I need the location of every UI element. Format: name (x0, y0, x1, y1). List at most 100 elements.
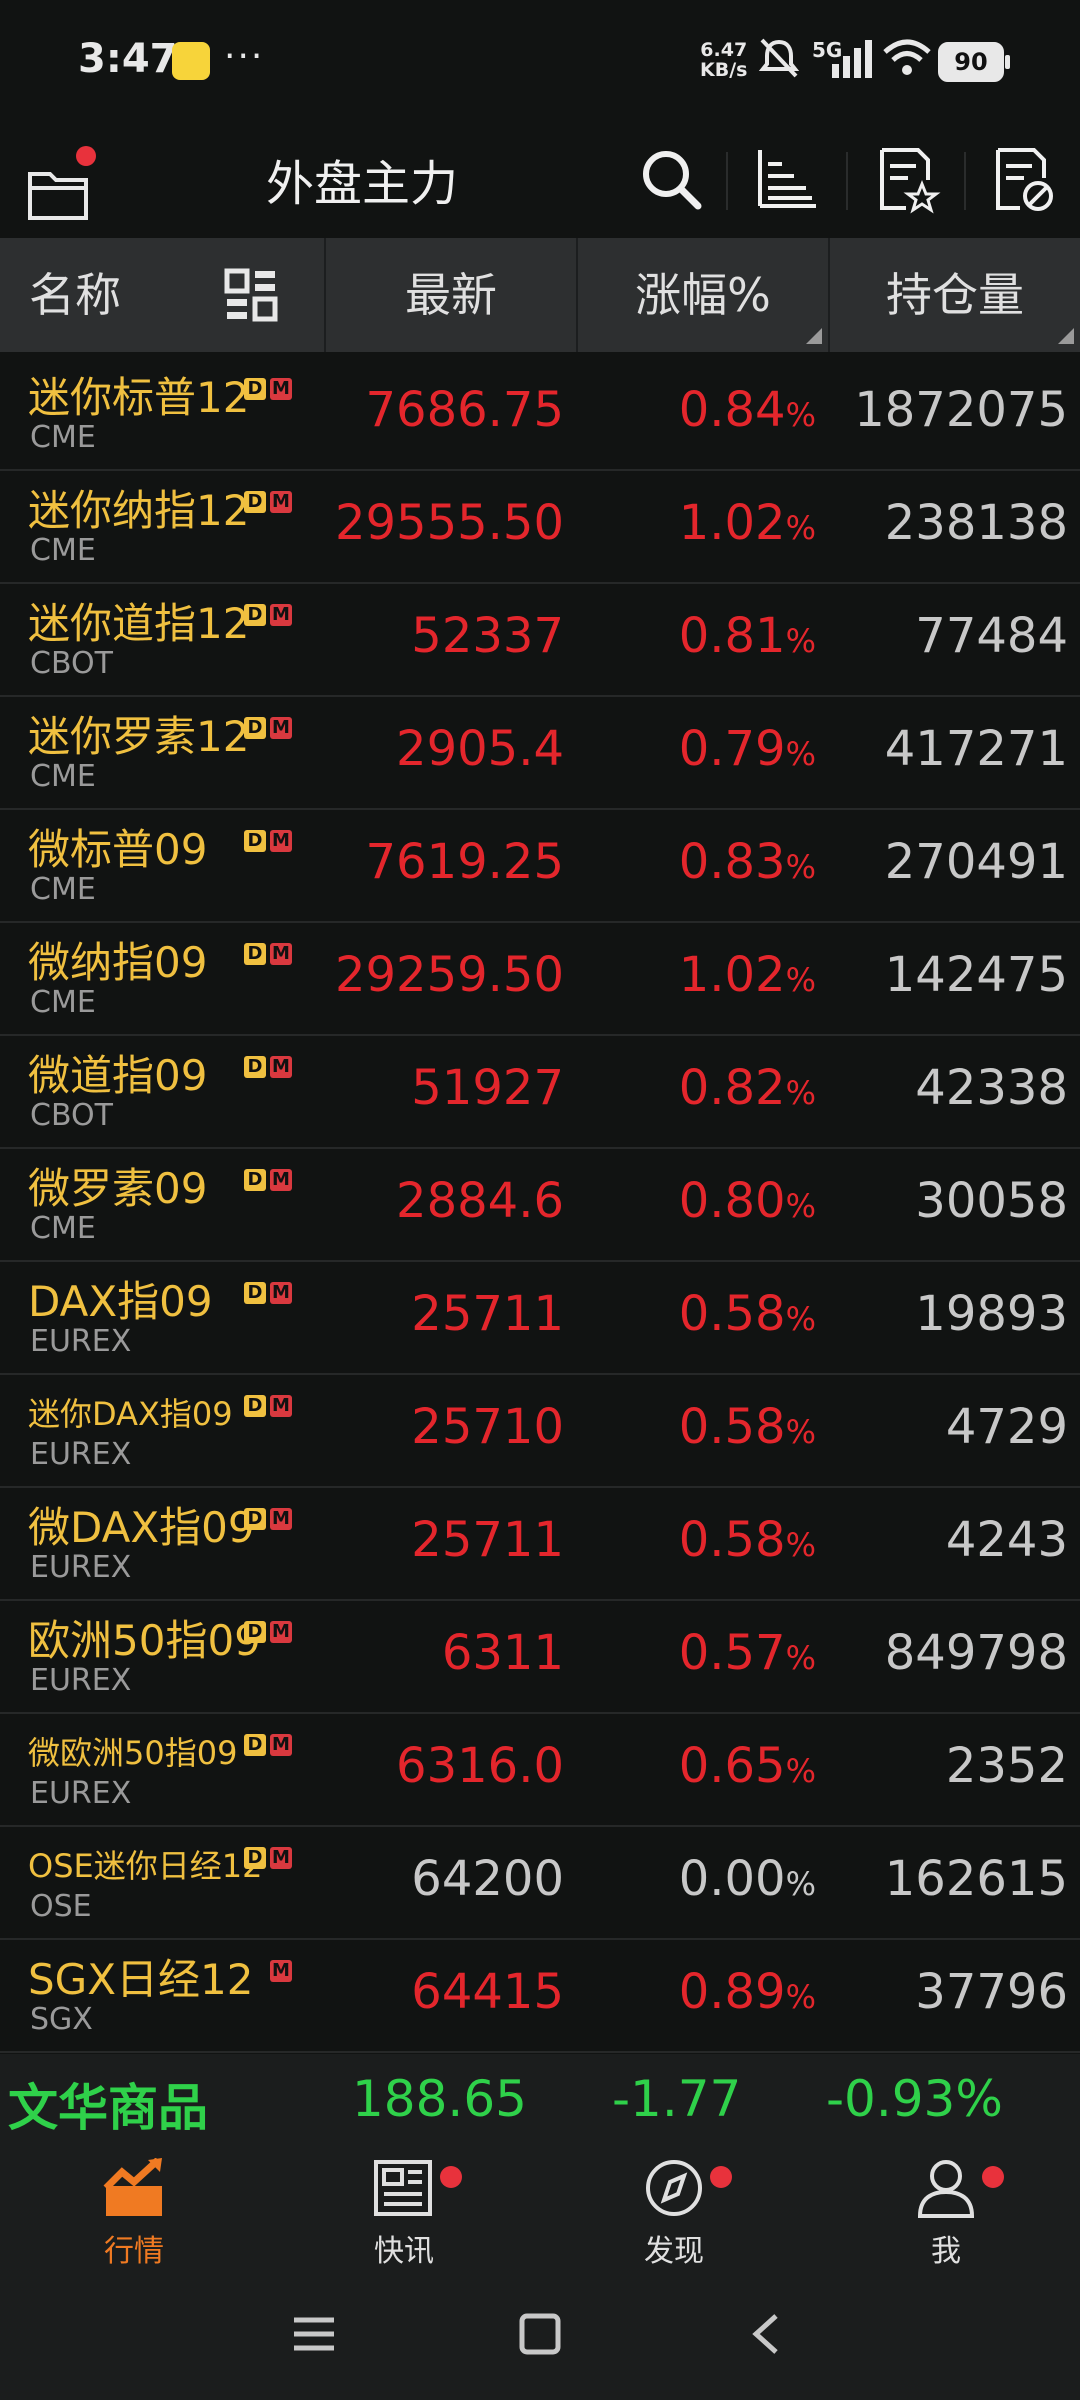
change-value: 0.83 (678, 834, 786, 890)
user-icon (917, 2160, 975, 2218)
day-session-badge: D (244, 1621, 266, 1643)
quote-row[interactable]: 微标普09 CME D M 7619.25 0.83% 270491 (0, 810, 1080, 923)
change-value: 0.84 (678, 382, 786, 438)
quote-row[interactable]: 迷你道指12 CBOT D M 52337 0.81% 77484 (0, 584, 1080, 697)
home-icon[interactable] (518, 2312, 562, 2356)
main-contract-badge: M (270, 1395, 292, 1417)
percent-sign: % (785, 735, 816, 773)
contract-tags: DM (244, 378, 292, 400)
quote-row[interactable]: 微DAX指09 EUREX D M 25711 0.58% 4243 (0, 1488, 1080, 1601)
page-title: 外盘主力 (265, 156, 458, 212)
day-session-badge: D (244, 491, 266, 513)
percent-sign: % (785, 1074, 816, 1112)
edit-list-button[interactable] (988, 144, 1058, 214)
column-open-interest[interactable]: 持仓量 (830, 238, 1080, 352)
battery-indicator: 90 (938, 42, 1010, 82)
menu-icon[interactable] (292, 2314, 336, 2354)
change-percent: 0.82% (679, 1060, 816, 1116)
speed-value: 6.47 (700, 39, 748, 61)
mute-icon (758, 38, 800, 78)
tab-me[interactable]: 我 (886, 2158, 1006, 2270)
more-notifications-icon: ··· (224, 36, 265, 77)
open-interest: 142475 (884, 947, 1068, 1003)
latest-price: 2905.4 (396, 721, 564, 777)
quote-row[interactable]: 微欧洲50指09 EUREX D M 6316.0 0.65% 2352 (0, 1714, 1080, 1827)
day-session-badge: D (244, 1395, 266, 1417)
main-contract-badge: M (270, 1621, 292, 1643)
open-interest: 417271 (884, 721, 1068, 777)
contract-tags: DM (244, 1621, 292, 1643)
quote-row[interactable]: 迷你DAX指09 EUREX D M 25710 0.58% 4729 (0, 1375, 1080, 1488)
open-interest: 238138 (884, 495, 1068, 551)
quote-row[interactable]: 迷你标普12 CME D M 7686.75 0.84% 1872075 (0, 358, 1080, 471)
notification-dot (710, 2166, 732, 2188)
change-value: 0.82 (678, 1060, 786, 1116)
tab-market[interactable]: 行情 (74, 2157, 194, 2270)
header-divider (846, 152, 848, 210)
contract-name: 迷你罗素12 (28, 712, 250, 761)
quote-row[interactable]: 欧洲50指09 EUREX D M 6311 0.57% 849798 (0, 1601, 1080, 1714)
latest-price: 64200 (411, 1851, 564, 1907)
quote-row[interactable]: 微道指09 CBOT D M 51927 0.82% 42338 (0, 1036, 1080, 1149)
contract-name: 微欧洲50指09 (28, 1734, 238, 1772)
index-value: 188.65 (352, 2070, 527, 2128)
column-name[interactable]: 名称 (0, 238, 150, 352)
contract-name: 微DAX指09 (28, 1503, 255, 1552)
latest-price: 52337 (411, 608, 564, 664)
ranking-button[interactable] (752, 144, 822, 214)
network-speed: 6.47 KB/s (700, 40, 747, 80)
contract-tags: DM (244, 717, 292, 739)
change-percent: 0.58% (679, 1286, 816, 1342)
quote-row[interactable]: DAX指09 EUREX D M 25711 0.58% 19893 (0, 1262, 1080, 1375)
back-icon[interactable] (748, 2312, 784, 2356)
contract-tags: DM (244, 604, 292, 626)
latest-price: 29555.50 (334, 495, 564, 551)
contract-tags: DM (244, 943, 292, 965)
contract-name: 迷你标普12 (28, 373, 250, 422)
contract-name: 迷你道指12 (28, 599, 250, 648)
change-percent: 1.02% (679, 495, 816, 551)
open-interest: 19893 (915, 1286, 1068, 1342)
tab-discover[interactable]: 发现 (614, 2158, 734, 2270)
index-ticker-bar[interactable]: 文华商品 188.65 -1.77 -0.93% (0, 2054, 1080, 2146)
contract-name: 迷你DAX指09 (28, 1395, 233, 1433)
change-percent: 0.80% (679, 1173, 816, 1229)
latest-price: 7686.75 (365, 382, 565, 438)
market-chart-icon (103, 2157, 162, 2216)
quote-row[interactable]: 微纳指09 CME D M 29259.50 1.02% 142475 (0, 923, 1080, 1036)
contract-name: 迷你纳指12 (28, 486, 250, 535)
exchange-label: CME (30, 985, 96, 1020)
exchange-label: CME (30, 759, 96, 794)
change-percent: 0.81% (679, 608, 816, 664)
exchange-label: OSE (30, 1889, 92, 1924)
main-contract-badge: M (270, 830, 292, 852)
percent-sign: % (785, 509, 816, 547)
grid-view-button[interactable] (224, 268, 278, 326)
contract-tags: DM (244, 1282, 292, 1304)
quote-row[interactable]: 迷你罗素12 CME D M 2905.4 0.79% 417271 (0, 697, 1080, 810)
quote-row[interactable]: OSE迷你日经12 OSE D M 64200 0.00% 162615 (0, 1827, 1080, 1940)
change-value: 0.58 (678, 1399, 786, 1455)
change-value: 0.00 (678, 1851, 786, 1907)
percent-sign: % (785, 1865, 816, 1903)
day-session-badge: D (244, 1508, 266, 1530)
favorites-button[interactable] (872, 144, 942, 214)
exchange-label: CME (30, 533, 96, 568)
quote-row[interactable]: SGX日经12 SGX M 64415 0.89% 37796 (0, 1940, 1080, 2053)
quote-row[interactable]: 迷你纳指12 CME D M 29555.50 1.02% 238138 (0, 471, 1080, 584)
tab-label: 我 (931, 2234, 961, 2269)
app-notification-icon (172, 42, 210, 80)
tab-news[interactable]: 快讯 (344, 2158, 464, 2270)
search-button[interactable] (636, 144, 706, 214)
day-session-badge: D (244, 604, 266, 626)
main-contract-badge: M (270, 943, 292, 965)
wifi-icon (883, 39, 931, 75)
column-latest[interactable]: 最新 (326, 238, 576, 352)
column-change-pct[interactable]: 涨幅% (578, 238, 828, 352)
latest-price: 7619.25 (365, 834, 565, 890)
quote-row[interactable]: 微罗素09 CME D M 2884.6 0.80% 30058 (0, 1149, 1080, 1262)
tab-label: 发现 (644, 2234, 704, 2269)
system-navigation-bar (0, 2266, 1080, 2400)
document-star-icon (880, 148, 941, 214)
day-session-badge: D (244, 717, 266, 739)
